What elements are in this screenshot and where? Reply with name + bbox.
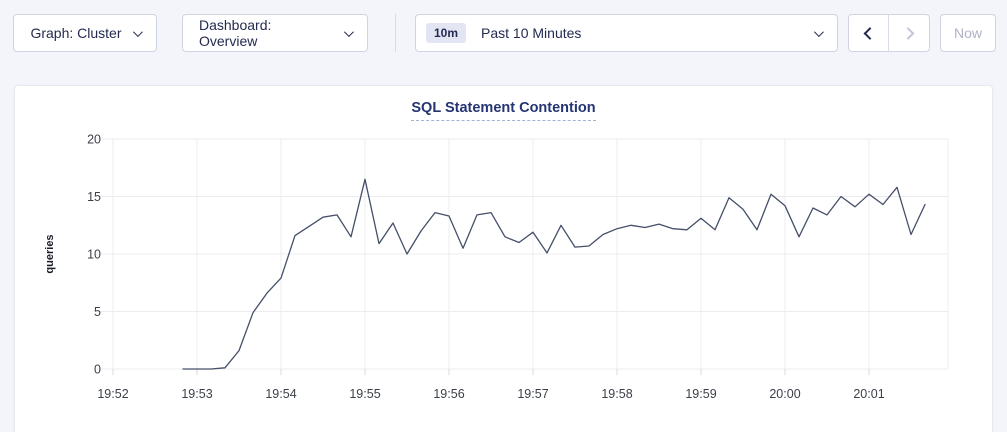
svg-text:20:00: 20:00 [769,387,800,401]
svg-text:5: 5 [94,305,101,319]
chevron-down-icon [344,27,354,37]
graph-dropdown-label: Graph: Cluster [30,25,121,41]
svg-text:20:01: 20:01 [853,387,884,401]
svg-text:19:59: 19:59 [685,387,716,401]
time-window-arrows [848,14,930,52]
svg-text:queries: queries [44,234,56,273]
dashboard-dropdown-label: Dashboard: Overview [199,17,333,49]
chevron-left-icon [864,27,877,40]
toolbar-divider [395,14,396,52]
chart-card: SQL Statement Contention 0 5 10 15 20 19:52 19… [14,85,993,432]
chevron-down-icon [814,27,824,37]
now-button[interactable]: Now [940,14,996,52]
svg-text:19:57: 19:57 [517,387,548,401]
sql-contention-line-chart[interactable]: 0 5 10 15 20 19:52 19:53 19:54 19:55 19:56 19:57 19… [1,121,1007,421]
now-button-label: Now [954,25,982,41]
chevron-down-icon [132,27,142,37]
svg-text:19:53: 19:53 [181,387,212,401]
svg-text:0: 0 [94,363,101,377]
svg-text:15: 15 [87,190,101,204]
time-back-button[interactable] [849,15,889,51]
chevron-right-icon [901,27,914,40]
chart-title[interactable]: SQL Statement Contention [411,100,595,121]
toolbar: Graph: Cluster Dashboard: Overview 10m P… [13,14,996,52]
time-range-badge: 10m [426,23,466,43]
svg-text:19:54: 19:54 [265,387,296,401]
svg-text:10: 10 [87,248,101,262]
time-range-label: Past 10 Minutes [481,25,814,41]
svg-text:19:58: 19:58 [601,387,632,401]
graph-dropdown[interactable]: Graph: Cluster [13,14,157,52]
time-range-dropdown[interactable]: 10m Past 10 Minutes [415,14,838,52]
dashboard-dropdown[interactable]: Dashboard: Overview [182,14,368,52]
svg-text:20: 20 [87,133,101,147]
chart-title-row: SQL Statement Contention [15,99,992,121]
svg-text:19:52: 19:52 [97,387,128,401]
svg-text:19:55: 19:55 [349,387,380,401]
svg-text:19:56: 19:56 [433,387,464,401]
time-forward-button[interactable] [889,15,929,51]
